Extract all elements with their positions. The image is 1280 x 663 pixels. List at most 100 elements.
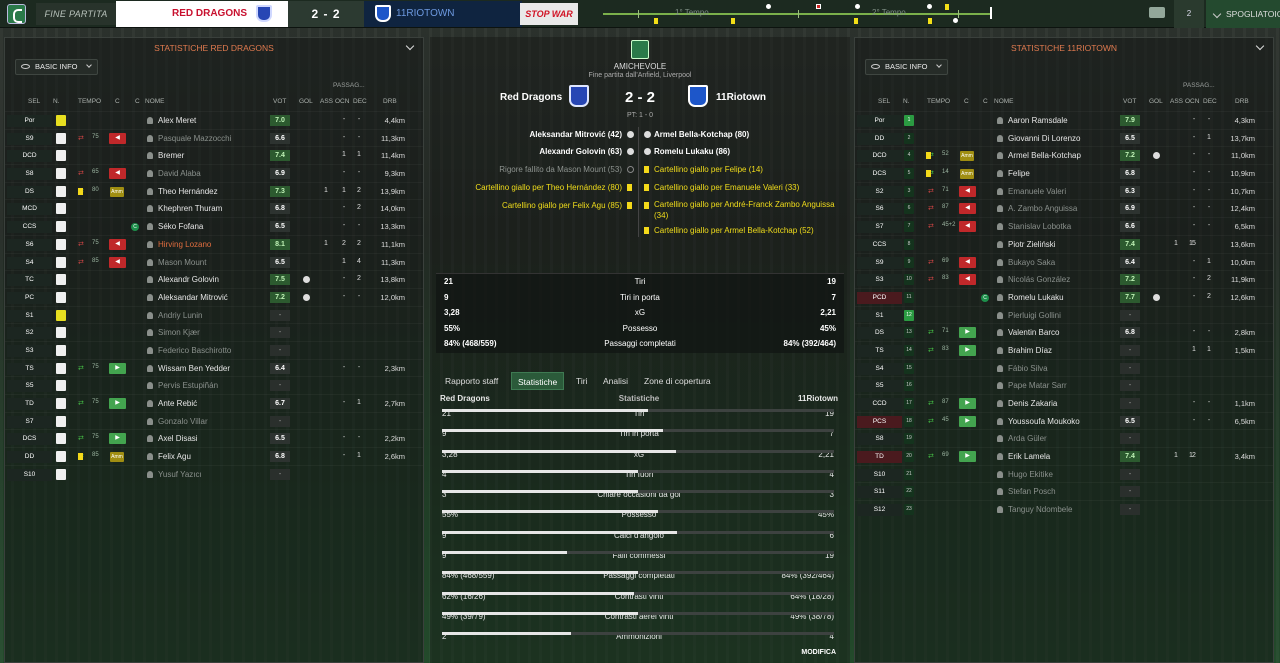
player-name[interactable]: Emanuele Valeri	[1008, 187, 1066, 196]
col-nome[interactable]: NOME	[145, 98, 165, 105]
position-badge[interactable]: TD	[857, 451, 902, 464]
goal-event-icon[interactable]	[855, 4, 860, 9]
player-row[interactable]: DD 2 Giovanni Di Lorenzo 6.5 - 1 13,7km	[855, 128, 1273, 147]
position-badge[interactable]: S8	[857, 433, 902, 446]
player-name[interactable]: Hirving Lozano	[158, 240, 211, 249]
player-row[interactable]: S10 21 Hugo Ekitike -	[855, 464, 1273, 483]
col-drb[interactable]: DRB	[383, 98, 397, 105]
tab-analisi[interactable]: Analisi	[603, 372, 628, 390]
player-name[interactable]: Stanislav Lobotka	[1008, 222, 1071, 231]
position-badge[interactable]: S5	[857, 380, 902, 393]
player-row[interactable]: S7 Gonzalo Villar -	[5, 411, 423, 430]
player-row[interactable]: S9 9 ⇄ 69 ◀ Bukayo Saka 6.4 - 1 10,0km	[855, 252, 1273, 271]
player-name[interactable]: Alexandr Golovin	[158, 275, 219, 284]
player-row[interactable]: S2 Simon Kjær -	[5, 323, 423, 341]
away-team-banner[interactable]: 11RIOTOWN	[364, 1, 522, 27]
player-row[interactable]: TS 14 ⇄ 83 ▶ Brahim Díaz - 1 1 1,5km	[855, 340, 1273, 359]
player-name[interactable]: Ante Rebić	[158, 399, 197, 408]
player-name[interactable]: Armel Bella-Kotchap	[1008, 151, 1081, 160]
player-name[interactable]: Stefan Posch	[1008, 487, 1056, 496]
player-name[interactable]: Tanguy Ndombele	[1008, 505, 1072, 514]
player-name[interactable]: Fábio Silva	[1008, 364, 1048, 373]
player-name[interactable]: Giovanni Di Lorenzo	[1008, 134, 1080, 143]
sub-off-icon[interactable]: ◀	[109, 168, 126, 180]
player-name[interactable]: Simon Kjær	[158, 328, 200, 337]
player-name[interactable]: Aleksandar Mitrović	[158, 293, 228, 302]
position-badge[interactable]: MCD	[7, 203, 52, 216]
sub-on-icon[interactable]: ▶	[959, 344, 976, 356]
player-row[interactable]: Por Alex Meret 7.0 - - 4,4km	[5, 111, 423, 129]
player-name[interactable]: Theo Hernández	[158, 187, 218, 196]
goal-event-icon[interactable]	[953, 18, 958, 23]
tab-zone-copertura[interactable]: Zone di copertura	[644, 372, 711, 390]
position-badge[interactable]: S7	[857, 221, 902, 234]
player-row[interactable]: PCD 11 C Romelu Lukaku 7.7 - 2 12,6km	[855, 287, 1273, 306]
player-name[interactable]: Wissam Ben Yedder	[158, 364, 230, 373]
player-name[interactable]: Aaron Ramsdale	[1008, 116, 1068, 125]
position-badge[interactable]: S1	[857, 309, 902, 322]
position-badge[interactable]: S6	[7, 238, 52, 251]
player-row[interactable]: PCS 18 ⇄ 45 ▶ Youssoufa Moukoko 6.5 - - 6,5km	[855, 411, 1273, 430]
player-row[interactable]: S3 10 ⇄ 83 ◀ Nicolás González 7.2 - 2 11,9km	[855, 270, 1273, 288]
missed-penalty-event-icon[interactable]	[816, 4, 821, 9]
sub-on-icon[interactable]: ▶	[109, 433, 126, 445]
position-badge[interactable]: S4	[7, 256, 52, 269]
player-row[interactable]: CCS C Séko Fofana 6.5 - - 13,3km	[5, 217, 423, 235]
col-gol[interactable]: GOL	[299, 98, 313, 105]
player-name[interactable]: Felipe	[1008, 169, 1030, 178]
yellow-card-event-icon[interactable]	[654, 18, 658, 24]
sub-off-icon[interactable]: ◀	[109, 256, 126, 268]
col-tempo[interactable]: TEMPO	[927, 98, 950, 105]
sub-on-icon[interactable]: ▶	[109, 398, 126, 409]
col-c2[interactable]: C	[135, 98, 140, 105]
player-row[interactable]: S10 Yusuf Yazıcı -	[5, 464, 423, 483]
col-ocn[interactable]: OCN	[335, 98, 349, 105]
col-dec[interactable]: DEC	[1203, 98, 1217, 105]
position-badge[interactable]: S12	[857, 504, 902, 517]
col-dec[interactable]: DEC	[353, 98, 367, 105]
goal-event-icon[interactable]	[927, 4, 932, 9]
sub-off-icon[interactable]: ◀	[109, 132, 126, 144]
col-sel[interactable]: SEL	[28, 98, 40, 105]
position-badge[interactable]: S8	[7, 168, 52, 181]
player-row[interactable]: DS 13 ⇄ 71 ▶ Valentin Barco 6.8 - - 2,8km	[855, 323, 1273, 341]
player-name[interactable]: Hugo Ekitike	[1008, 470, 1053, 479]
player-row[interactable]: S4 15 Fábio Silva -	[855, 358, 1273, 377]
player-name[interactable]: Alex Meret	[158, 116, 196, 125]
player-row[interactable]: S6 6 ⇄ 87 ◀ A. Zambo Anguissa 6.9 - - 12,4km	[855, 199, 1273, 217]
player-row[interactable]: S8 ⇄ 65 ◀ David Alaba 6.9 - - 9,3km	[5, 164, 423, 182]
player-name[interactable]: David Alaba	[158, 169, 201, 178]
col-ocn[interactable]: OCN	[1185, 98, 1199, 105]
basic-info-dropdown[interactable]: BASIC INFO	[15, 59, 98, 75]
col-number[interactable]: N.	[903, 98, 910, 105]
player-name[interactable]: Federico Baschirotto	[158, 346, 231, 355]
center-home-name[interactable]: Red Dragons	[500, 92, 562, 103]
player-row[interactable]: S3 Federico Baschirotto -	[5, 340, 423, 359]
match-timeline[interactable]: 1° Tempo 2° Tempo	[598, 0, 1004, 27]
stop-war-badge[interactable]: STOP WAR	[520, 3, 578, 25]
col-ass[interactable]: ASS	[320, 98, 333, 105]
position-badge[interactable]: S9	[857, 256, 902, 269]
sub-off-icon[interactable]: ◀	[109, 238, 126, 250]
sub-on-icon[interactable]: ▶	[959, 398, 976, 409]
player-row[interactable]: S5 16 Pape Matar Sarr -	[855, 376, 1273, 394]
tab-statistiche[interactable]: Statistiche	[511, 372, 565, 390]
player-row[interactable]: S8 19 Arda Güler -	[855, 429, 1273, 447]
sub-off-icon[interactable]: ◀	[959, 274, 976, 286]
player-row[interactable]: S9 ⇄ 75 ◀ Pasquale Mazzocchi 6.6 - - 11,3km	[5, 128, 423, 147]
sub-off-icon[interactable]: ◀	[959, 221, 976, 233]
position-badge[interactable]: DS	[7, 185, 52, 198]
position-badge[interactable]: S11	[857, 486, 902, 499]
sub-on-icon[interactable]: ▶	[959, 415, 976, 427]
player-name[interactable]: Khephren Thuram	[158, 204, 222, 213]
home-team-banner[interactable]: RED DRAGONS	[116, 1, 288, 27]
center-away-name[interactable]: 11Riotown	[716, 92, 766, 103]
player-row[interactable]: CCD 17 ⇄ 87 ▶ Denis Zakaria - - - 1,1km	[855, 394, 1273, 412]
player-name[interactable]: Youssoufa Moukoko	[1008, 417, 1080, 426]
position-badge[interactable]: S3	[7, 344, 52, 357]
player-row[interactable]: DD⇄85AmmFelix Agu6.8-12,6km	[5, 447, 423, 465]
position-badge[interactable]: TS	[7, 362, 52, 375]
yellow-card-event-icon[interactable]	[731, 18, 735, 24]
player-row[interactable]: S1 Andriy Lunin -	[5, 305, 423, 324]
col-c2[interactable]: C	[983, 98, 988, 105]
